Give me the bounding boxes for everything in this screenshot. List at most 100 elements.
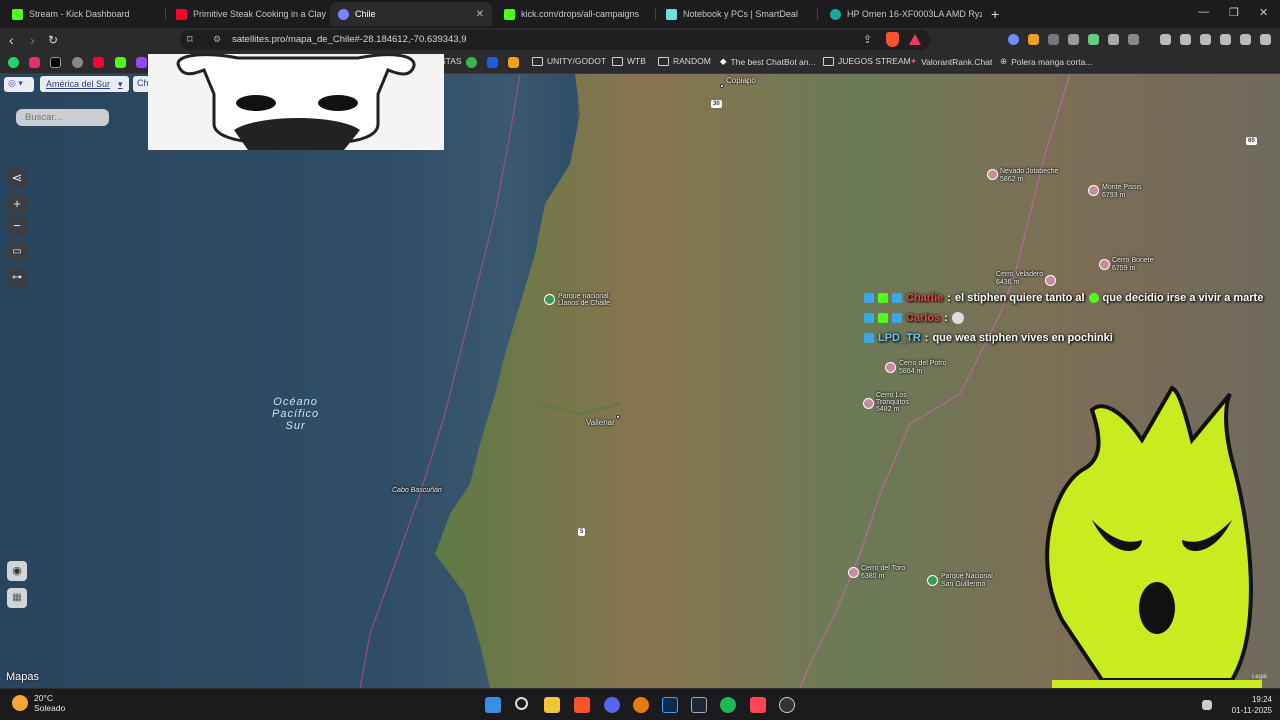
youtube-icon[interactable]	[93, 57, 104, 68]
twitch-icon[interactable]	[136, 57, 147, 68]
zoom-in-button[interactable]: +	[7, 194, 27, 214]
extension-icon[interactable]	[1028, 34, 1039, 45]
kick-icon[interactable]	[115, 57, 126, 68]
x-icon[interactable]	[50, 57, 61, 68]
peak-icon[interactable]	[1088, 185, 1099, 196]
share-icon[interactable]: ⇪	[863, 33, 872, 46]
place-monte-pissis[interactable]: Monte Pissis 6793 m	[1102, 184, 1142, 200]
place-vallenar[interactable]: Vallenar	[586, 418, 615, 427]
tab-kick-drops[interactable]: kick.com/drops/all-campaigns	[496, 2, 656, 26]
tab-kick-dashboard[interactable]: Stream - Kick Dashboard	[4, 2, 166, 26]
peak-icon[interactable]	[885, 362, 896, 373]
reload-icon[interactable]: ↻	[48, 32, 58, 48]
place-copiapo[interactable]: Copiapó	[726, 76, 756, 85]
tab-hp-omen[interactable]: HP Omen 16-XF0003LA AMD Ryzen...	[822, 2, 982, 26]
map-layer-selector[interactable]: ◎ ▾	[4, 77, 34, 92]
place-cerro-bonete[interactable]: Cerro Bonete 6759 m	[1112, 257, 1154, 273]
bookmark-valorantrank[interactable]: ✦ ValorantRank.Chat	[910, 56, 992, 67]
extension-icon[interactable]	[1088, 34, 1099, 45]
zoom-out-button[interactable]: −	[7, 216, 27, 236]
search-icon[interactable]	[515, 697, 528, 710]
bookmark-juegos-stream[interactable]: JUEGOS STREAM	[823, 56, 911, 66]
sidebar-icon[interactable]	[1180, 34, 1191, 45]
ruler-icon[interactable]: ▭	[7, 242, 27, 262]
bookmark-unity-godot[interactable]: UNITY/GODOT	[532, 56, 606, 66]
music-icon[interactable]	[1160, 34, 1171, 45]
extension-icon[interactable]	[1068, 34, 1079, 45]
minimize-icon[interactable]: —	[1198, 6, 1209, 18]
forward-icon[interactable]: ›	[30, 32, 35, 48]
place-cerro-del-toro[interactable]: Cerro del Toro 6380 m	[861, 565, 905, 581]
bookmark-icon[interactable]	[466, 57, 477, 68]
bookmark-random[interactable]: RANDOM	[658, 56, 711, 66]
new-tab-button[interactable]: +	[991, 6, 999, 22]
leo-icon[interactable]	[1220, 34, 1231, 45]
town-marker[interactable]	[720, 84, 724, 88]
weather-widget[interactable]: 20°C Soleado	[12, 693, 65, 713]
peak-icon[interactable]	[1099, 259, 1110, 270]
bookmark-polera[interactable]: ⊕ Polera manga corta...	[1000, 56, 1092, 67]
close-window-icon[interactable]: ✕	[1259, 6, 1268, 19]
tab-smartdeal[interactable]: Notebook y PCs | SmartDeal	[658, 2, 818, 26]
park-icon[interactable]	[927, 575, 938, 586]
extension-icon[interactable]	[1048, 34, 1059, 45]
bookmark-icon[interactable]	[508, 57, 519, 68]
place-cabo-bascunan[interactable]: Cabo Bascuñán	[392, 487, 442, 494]
back-icon[interactable]: ‹	[9, 32, 14, 48]
apple-icon[interactable]	[72, 57, 83, 68]
tab-chile[interactable]: Chile ✕	[330, 2, 492, 26]
extension-icon[interactable]	[1128, 34, 1139, 45]
place-san-guillermo[interactable]: Parque Nacional San Guillermo	[941, 573, 993, 589]
bookmark-icon[interactable]: ⌑	[187, 33, 193, 46]
park-icon[interactable]	[544, 294, 555, 305]
spotify-icon[interactable]	[720, 697, 736, 713]
valorant-icon[interactable]	[750, 697, 766, 713]
bookmark-chatbot[interactable]: ◆ The best ChatBot an...	[720, 56, 816, 67]
locate-icon[interactable]: ◉	[7, 561, 27, 581]
wallet-icon[interactable]	[1200, 34, 1211, 45]
brave-shields-icon[interactable]	[886, 32, 899, 47]
file-explorer-icon[interactable]	[544, 697, 560, 713]
route-icon[interactable]: ⊶	[7, 268, 27, 288]
system-clock[interactable]: 19:24 01-11-2025	[1222, 694, 1272, 716]
place-llanos-de-challe[interactable]: Parque nacional Llanos de Challe	[558, 293, 610, 307]
vpn-icon[interactable]	[1240, 34, 1251, 45]
brave-rewards-icon[interactable]	[909, 34, 921, 45]
discord-icon[interactable]	[604, 697, 620, 713]
close-tab-icon[interactable]: ✕	[476, 9, 484, 20]
place-cerro-del-potro[interactable]: Cerro del Potro 5864 m	[899, 360, 946, 376]
windows-start-icon[interactable]	[485, 697, 501, 713]
url-text[interactable]: satellites.pro/mapa_de_Chile#-28.184612,…	[232, 34, 467, 45]
search-input[interactable]	[16, 109, 109, 126]
blender-icon[interactable]	[633, 697, 649, 713]
layers-icon[interactable]: ▦	[7, 588, 27, 608]
brave-browser-icon[interactable]	[574, 697, 590, 713]
behance-icon[interactable]	[487, 57, 498, 68]
peak-icon[interactable]	[863, 398, 874, 409]
address-bar[interactable]: ⌑ ⚙ satellites.pro/mapa_de_Chile#-28.184…	[180, 30, 930, 50]
skull-emote-icon	[951, 312, 964, 324]
peak-icon[interactable]	[987, 169, 998, 180]
extension-icon[interactable]	[1008, 34, 1019, 45]
restore-icon[interactable]: ❐	[1229, 6, 1239, 19]
site-info-icon[interactable]: ⚙	[213, 34, 221, 45]
place-cerro-los-tronquitos[interactable]: Cerro Los Tronquitos 5482 m	[876, 392, 909, 413]
obs-icon[interactable]	[779, 697, 795, 713]
place-cerro-veladero[interactable]: Cerro Veladero 6436 m	[996, 271, 1043, 287]
peak-icon[interactable]	[848, 567, 859, 578]
bookmark-wtb[interactable]: WTB	[612, 56, 646, 66]
menu-icon[interactable]	[1260, 34, 1271, 45]
photoshop-icon[interactable]	[662, 697, 678, 713]
whatsapp-icon[interactable]	[8, 57, 19, 68]
volume-icon[interactable]	[1202, 700, 1212, 710]
puzzle-icon[interactable]	[1108, 34, 1119, 45]
peak-icon[interactable]	[1045, 275, 1056, 286]
region-selector[interactable]: América del Sur ▾	[40, 76, 129, 92]
place-nevado-jotabeche[interactable]: Nevado Jotabeche 5862 m	[1000, 168, 1058, 184]
steam-icon[interactable]	[691, 697, 707, 713]
share-map-icon[interactable]: ⋖	[7, 168, 27, 188]
youtube-icon	[176, 8, 187, 20]
instagram-icon[interactable]	[29, 57, 40, 68]
town-marker[interactable]	[616, 415, 620, 419]
tab-youtube[interactable]: Primitive Steak Cooking in a Clay Ov...	[168, 2, 328, 26]
